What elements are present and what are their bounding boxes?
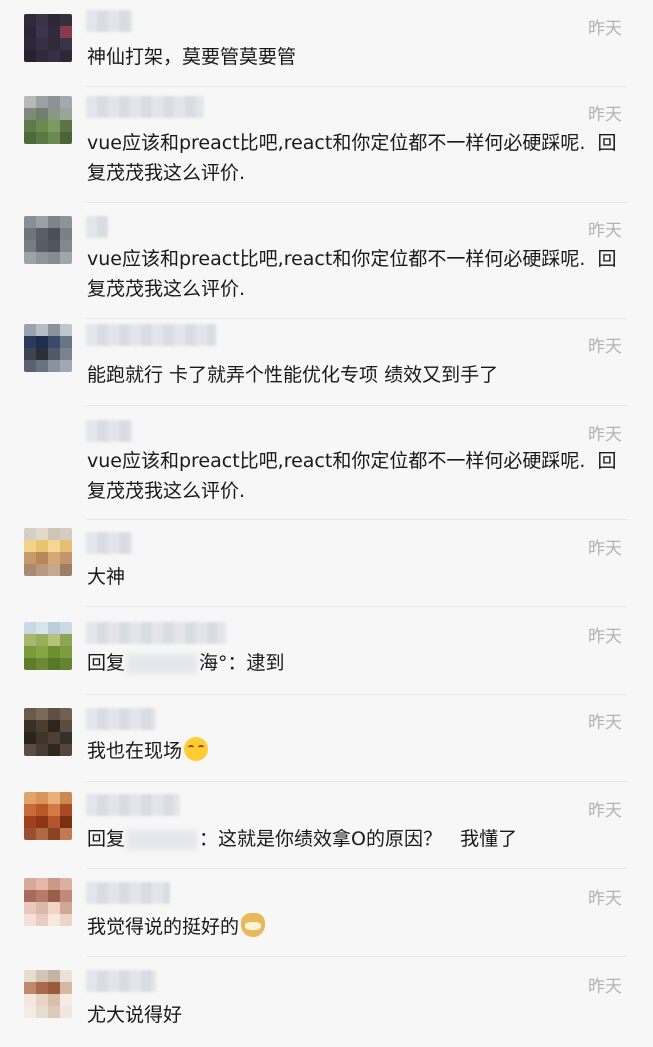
comment-text: vue应该和preact比吧,react和你定位都不一样何必硬踩呢. 回复茂茂我…: [87, 450, 617, 502]
commenter-name-redacted[interactable]: [86, 216, 108, 238]
comment-time: 昨天: [588, 221, 622, 241]
commenter-name-redacted[interactable]: [86, 532, 132, 554]
avatar[interactable]: [24, 96, 72, 144]
commenter-name-redacted[interactable]: [86, 420, 132, 442]
avatar[interactable]: [24, 970, 72, 1018]
comment-text: 尤大说得好: [87, 1004, 183, 1026]
avatar[interactable]: [24, 528, 72, 576]
comment-time: 昨天: [588, 425, 622, 445]
comment-text: 我觉得说的挺好的: [87, 912, 627, 942]
comment-text: vue应该和preact比吧,react和你定位都不一样何必硬踩呢. 回复茂茂我…: [87, 132, 617, 184]
comment-text: 大神: [87, 566, 126, 588]
redacted-mention[interactable]: [127, 653, 198, 674]
comment-text: 回复 海°：逮到: [87, 652, 285, 674]
divider: [86, 519, 627, 520]
divider: [86, 318, 627, 319]
comment-time: 昨天: [588, 337, 622, 357]
comment-time: 昨天: [588, 627, 622, 647]
commenter-name-redacted[interactable]: [86, 882, 170, 904]
divider: [86, 86, 627, 87]
avatar[interactable]: [24, 708, 72, 756]
divider: [86, 694, 627, 695]
laughing-emoji-icon: [184, 737, 209, 761]
divider: [86, 868, 627, 869]
avatar[interactable]: [24, 324, 72, 372]
avatar[interactable]: [24, 622, 72, 670]
comment-time: 昨天: [588, 105, 622, 125]
comment-list: 昨天 神仙打架，莫要管莫要管 昨天 vue应该和preact比吧,react和你定位都…: [0, 0, 653, 1047]
comment-time: 昨天: [588, 713, 622, 733]
commenter-name-redacted[interactable]: [86, 96, 204, 118]
divider: [86, 202, 627, 203]
comment-time: 昨天: [588, 19, 622, 39]
comment-text: 神仙打架，莫要管莫要管: [87, 46, 297, 68]
comment-text: 能跑就行 卡了就弄个性能优化专项 绩效又到手了: [87, 364, 499, 386]
comment-text: 我也在现场: [87, 736, 627, 766]
commenter-name-redacted[interactable]: [86, 622, 226, 644]
avatar[interactable]: [24, 216, 72, 264]
comment-text: vue应该和preact比吧,react和你定位都不一样何必硬踩呢. 回复茂茂我…: [87, 248, 617, 300]
comment-time: 昨天: [588, 889, 622, 909]
divider: [86, 606, 627, 607]
divider: [86, 405, 627, 406]
comment-time: 昨天: [588, 977, 622, 997]
avatar[interactable]: [24, 878, 72, 926]
commenter-name-redacted[interactable]: [86, 10, 132, 32]
comment-text: 回复 ：这就是你绩效拿O的原因？ 我懂了: [87, 828, 518, 850]
comment-time: 昨天: [588, 539, 622, 559]
redacted-mention[interactable]: [127, 829, 198, 850]
commenter-name-redacted[interactable]: [86, 794, 180, 816]
commenter-name-redacted[interactable]: [86, 324, 216, 346]
doge-emoji-icon: [241, 913, 266, 937]
commenter-name-redacted[interactable]: [86, 708, 156, 730]
comment-time: 昨天: [588, 801, 622, 821]
avatar[interactable]: [24, 792, 72, 840]
divider: [86, 781, 627, 782]
divider: [86, 956, 627, 957]
commenter-name-redacted[interactable]: [86, 970, 156, 992]
avatar[interactable]: [24, 14, 72, 62]
